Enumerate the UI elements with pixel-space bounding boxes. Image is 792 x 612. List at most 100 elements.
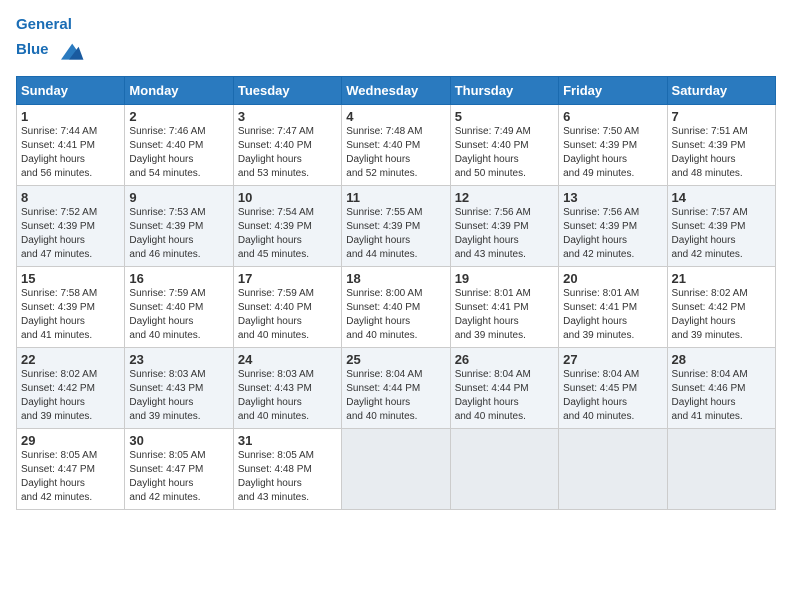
cell-info: Sunrise: 7:55 AM Sunset: 4:39 PM Dayligh… bbox=[346, 206, 445, 262]
day-number: 4 bbox=[346, 109, 445, 124]
cell-info: Sunrise: 7:58 AM Sunset: 4:39 PM Dayligh… bbox=[21, 287, 120, 343]
calendar-cell bbox=[342, 429, 450, 510]
cell-info: Sunrise: 7:44 AM Sunset: 4:41 PM Dayligh… bbox=[21, 125, 120, 181]
calendar-cell: 10 Sunrise: 7:54 AM Sunset: 4:39 PM Dayl… bbox=[233, 186, 341, 267]
cell-info: Sunrise: 8:00 AM Sunset: 4:40 PM Dayligh… bbox=[346, 287, 445, 343]
cell-info: Sunrise: 7:47 AM Sunset: 4:40 PM Dayligh… bbox=[238, 125, 337, 181]
cell-info: Sunrise: 8:02 AM Sunset: 4:42 PM Dayligh… bbox=[21, 368, 120, 424]
day-number: 21 bbox=[672, 271, 771, 286]
cell-info: Sunrise: 7:56 AM Sunset: 4:39 PM Dayligh… bbox=[455, 206, 554, 262]
calendar-day-header: Tuesday bbox=[233, 77, 341, 105]
calendar-cell: 24 Sunrise: 8:03 AM Sunset: 4:43 PM Dayl… bbox=[233, 348, 341, 429]
cell-info: Sunrise: 8:05 AM Sunset: 4:47 PM Dayligh… bbox=[21, 449, 120, 505]
day-number: 23 bbox=[129, 352, 228, 367]
day-number: 7 bbox=[672, 109, 771, 124]
calendar-table: SundayMondayTuesdayWednesdayThursdayFrid… bbox=[16, 76, 776, 510]
calendar-day-header: Thursday bbox=[450, 77, 558, 105]
day-number: 3 bbox=[238, 109, 337, 124]
calendar-cell: 4 Sunrise: 7:48 AM Sunset: 4:40 PM Dayli… bbox=[342, 105, 450, 186]
cell-info: Sunrise: 7:56 AM Sunset: 4:39 PM Dayligh… bbox=[563, 206, 662, 262]
day-number: 17 bbox=[238, 271, 337, 286]
day-number: 31 bbox=[238, 433, 337, 448]
calendar-day-header: Saturday bbox=[667, 77, 775, 105]
cell-info: Sunrise: 7:50 AM Sunset: 4:39 PM Dayligh… bbox=[563, 125, 662, 181]
calendar-cell bbox=[667, 429, 775, 510]
cell-info: Sunrise: 7:49 AM Sunset: 4:40 PM Dayligh… bbox=[455, 125, 554, 181]
day-number: 27 bbox=[563, 352, 662, 367]
cell-info: Sunrise: 7:48 AM Sunset: 4:40 PM Dayligh… bbox=[346, 125, 445, 181]
day-number: 19 bbox=[455, 271, 554, 286]
cell-info: Sunrise: 8:01 AM Sunset: 4:41 PM Dayligh… bbox=[563, 287, 662, 343]
logo-text-blue: Blue bbox=[16, 41, 49, 59]
logo-icon bbox=[53, 34, 85, 66]
day-number: 13 bbox=[563, 190, 662, 205]
cell-info: Sunrise: 8:01 AM Sunset: 4:41 PM Dayligh… bbox=[455, 287, 554, 343]
cell-info: Sunrise: 7:57 AM Sunset: 4:39 PM Dayligh… bbox=[672, 206, 771, 262]
day-number: 12 bbox=[455, 190, 554, 205]
cell-info: Sunrise: 8:04 AM Sunset: 4:46 PM Dayligh… bbox=[672, 368, 771, 424]
calendar-day-header: Wednesday bbox=[342, 77, 450, 105]
day-number: 6 bbox=[563, 109, 662, 124]
calendar-cell: 25 Sunrise: 8:04 AM Sunset: 4:44 PM Dayl… bbox=[342, 348, 450, 429]
calendar-week-row: 1 Sunrise: 7:44 AM Sunset: 4:41 PM Dayli… bbox=[17, 105, 776, 186]
calendar-cell: 18 Sunrise: 8:00 AM Sunset: 4:40 PM Dayl… bbox=[342, 267, 450, 348]
cell-info: Sunrise: 8:05 AM Sunset: 4:47 PM Dayligh… bbox=[129, 449, 228, 505]
cell-info: Sunrise: 7:59 AM Sunset: 4:40 PM Dayligh… bbox=[238, 287, 337, 343]
day-number: 11 bbox=[346, 190, 445, 205]
cell-info: Sunrise: 7:51 AM Sunset: 4:39 PM Dayligh… bbox=[672, 125, 771, 181]
calendar-cell: 7 Sunrise: 7:51 AM Sunset: 4:39 PM Dayli… bbox=[667, 105, 775, 186]
day-number: 15 bbox=[21, 271, 120, 286]
day-number: 2 bbox=[129, 109, 228, 124]
calendar-cell: 8 Sunrise: 7:52 AM Sunset: 4:39 PM Dayli… bbox=[17, 186, 125, 267]
calendar-cell: 11 Sunrise: 7:55 AM Sunset: 4:39 PM Dayl… bbox=[342, 186, 450, 267]
cell-info: Sunrise: 8:05 AM Sunset: 4:48 PM Dayligh… bbox=[238, 449, 337, 505]
calendar-cell: 28 Sunrise: 8:04 AM Sunset: 4:46 PM Dayl… bbox=[667, 348, 775, 429]
day-number: 30 bbox=[129, 433, 228, 448]
cell-info: Sunrise: 8:03 AM Sunset: 4:43 PM Dayligh… bbox=[129, 368, 228, 424]
calendar-cell: 1 Sunrise: 7:44 AM Sunset: 4:41 PM Dayli… bbox=[17, 105, 125, 186]
calendar-cell: 20 Sunrise: 8:01 AM Sunset: 4:41 PM Dayl… bbox=[559, 267, 667, 348]
calendar-cell bbox=[450, 429, 558, 510]
calendar-week-row: 22 Sunrise: 8:02 AM Sunset: 4:42 PM Dayl… bbox=[17, 348, 776, 429]
calendar-cell bbox=[559, 429, 667, 510]
day-number: 28 bbox=[672, 352, 771, 367]
day-number: 1 bbox=[21, 109, 120, 124]
calendar-cell: 12 Sunrise: 7:56 AM Sunset: 4:39 PM Dayl… bbox=[450, 186, 558, 267]
cell-info: Sunrise: 8:04 AM Sunset: 4:45 PM Dayligh… bbox=[563, 368, 662, 424]
cell-info: Sunrise: 7:54 AM Sunset: 4:39 PM Dayligh… bbox=[238, 206, 337, 262]
day-number: 8 bbox=[21, 190, 120, 205]
day-number: 14 bbox=[672, 190, 771, 205]
calendar-cell: 27 Sunrise: 8:04 AM Sunset: 4:45 PM Dayl… bbox=[559, 348, 667, 429]
cell-info: Sunrise: 7:53 AM Sunset: 4:39 PM Dayligh… bbox=[129, 206, 228, 262]
day-number: 18 bbox=[346, 271, 445, 286]
cell-info: Sunrise: 8:03 AM Sunset: 4:43 PM Dayligh… bbox=[238, 368, 337, 424]
calendar-cell: 17 Sunrise: 7:59 AM Sunset: 4:40 PM Dayl… bbox=[233, 267, 341, 348]
day-number: 16 bbox=[129, 271, 228, 286]
calendar-cell: 14 Sunrise: 7:57 AM Sunset: 4:39 PM Dayl… bbox=[667, 186, 775, 267]
calendar-cell: 3 Sunrise: 7:47 AM Sunset: 4:40 PM Dayli… bbox=[233, 105, 341, 186]
calendar-week-row: 29 Sunrise: 8:05 AM Sunset: 4:47 PM Dayl… bbox=[17, 429, 776, 510]
calendar-cell: 16 Sunrise: 7:59 AM Sunset: 4:40 PM Dayl… bbox=[125, 267, 233, 348]
calendar-cell: 19 Sunrise: 8:01 AM Sunset: 4:41 PM Dayl… bbox=[450, 267, 558, 348]
day-number: 26 bbox=[455, 352, 554, 367]
calendar-cell: 15 Sunrise: 7:58 AM Sunset: 4:39 PM Dayl… bbox=[17, 267, 125, 348]
calendar-cell: 31 Sunrise: 8:05 AM Sunset: 4:48 PM Dayl… bbox=[233, 429, 341, 510]
calendar-cell: 29 Sunrise: 8:05 AM Sunset: 4:47 PM Dayl… bbox=[17, 429, 125, 510]
logo: General Blue bbox=[16, 16, 85, 66]
day-number: 22 bbox=[21, 352, 120, 367]
calendar-cell: 23 Sunrise: 8:03 AM Sunset: 4:43 PM Dayl… bbox=[125, 348, 233, 429]
cell-info: Sunrise: 7:59 AM Sunset: 4:40 PM Dayligh… bbox=[129, 287, 228, 343]
cell-info: Sunrise: 8:04 AM Sunset: 4:44 PM Dayligh… bbox=[455, 368, 554, 424]
calendar-cell: 2 Sunrise: 7:46 AM Sunset: 4:40 PM Dayli… bbox=[125, 105, 233, 186]
calendar-cell: 13 Sunrise: 7:56 AM Sunset: 4:39 PM Dayl… bbox=[559, 186, 667, 267]
cell-info: Sunrise: 7:46 AM Sunset: 4:40 PM Dayligh… bbox=[129, 125, 228, 181]
calendar-cell: 9 Sunrise: 7:53 AM Sunset: 4:39 PM Dayli… bbox=[125, 186, 233, 267]
cell-info: Sunrise: 7:52 AM Sunset: 4:39 PM Dayligh… bbox=[21, 206, 120, 262]
calendar-cell: 5 Sunrise: 7:49 AM Sunset: 4:40 PM Dayli… bbox=[450, 105, 558, 186]
calendar-week-row: 8 Sunrise: 7:52 AM Sunset: 4:39 PM Dayli… bbox=[17, 186, 776, 267]
calendar-day-header: Friday bbox=[559, 77, 667, 105]
page-header: General Blue bbox=[16, 16, 776, 66]
calendar-cell: 22 Sunrise: 8:02 AM Sunset: 4:42 PM Dayl… bbox=[17, 348, 125, 429]
calendar-cell: 30 Sunrise: 8:05 AM Sunset: 4:47 PM Dayl… bbox=[125, 429, 233, 510]
calendar-cell: 21 Sunrise: 8:02 AM Sunset: 4:42 PM Dayl… bbox=[667, 267, 775, 348]
